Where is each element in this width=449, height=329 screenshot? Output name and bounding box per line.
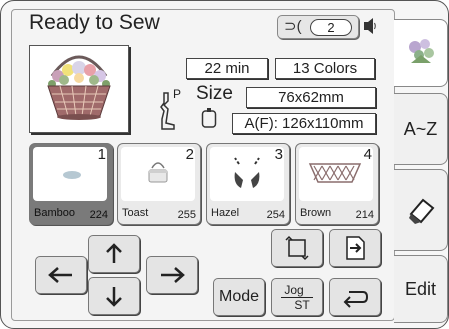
st-label: ST	[294, 297, 310, 312]
hoop-icon	[201, 108, 217, 128]
move-right-button[interactable]	[146, 256, 198, 294]
thread-stitch-counter[interactable]: ⊃( 2	[277, 15, 359, 39]
mode-button-label: Mode	[218, 288, 260, 305]
design-preview	[29, 45, 129, 133]
tab-edit-label: Edit	[404, 278, 437, 299]
thread-code: 224	[89, 209, 108, 221]
thread-name: Bamboo	[34, 207, 75, 219]
sew-time: 22 min	[186, 58, 268, 79]
tab-edit[interactable]: Edit	[394, 255, 448, 323]
eraser-icon	[408, 198, 434, 224]
return-button[interactable]	[329, 278, 381, 316]
thread-slot-number: 4	[363, 146, 372, 163]
tab-a-to-z-label: A~Z	[403, 118, 438, 139]
presser-foot-label: P	[173, 87, 182, 101]
thread-sample-icon	[63, 171, 81, 179]
thread-slot-number: 1	[97, 146, 106, 163]
presser-foot-icon	[160, 92, 175, 130]
flower-basket-image	[47, 55, 111, 120]
thread-name: Toast	[122, 207, 149, 219]
thread-slot-2[interactable]: 2 Toast 255	[117, 143, 201, 225]
handle-arc-icon	[234, 157, 260, 188]
arrow-left-icon	[48, 267, 72, 283]
speaker-icon[interactable]	[363, 16, 377, 36]
arrow-up-icon	[106, 243, 122, 263]
thread-slot-3[interactable]: 3 Hazel 254	[206, 143, 290, 225]
thread-slot-1[interactable]: 1 Bamboo 224	[29, 143, 113, 225]
arrow-down-icon	[106, 287, 122, 307]
tab-design[interactable]	[394, 19, 448, 87]
jog-st-button[interactable]: Jog ST	[271, 278, 323, 316]
purse-icon	[148, 162, 168, 183]
rotate-icon	[285, 235, 309, 261]
move-up-button[interactable]	[88, 235, 140, 273]
rotate-button[interactable]	[271, 229, 323, 267]
arrow-right-icon	[161, 267, 185, 283]
page-next-button[interactable]	[329, 229, 381, 267]
move-left-button[interactable]	[35, 256, 87, 294]
thread-loop-icon: ⊃(	[284, 18, 302, 35]
mode-button[interactable]: Mode	[213, 278, 265, 316]
thread-code: 254	[266, 209, 285, 221]
page-title: Ready to Sew	[29, 11, 160, 34]
color-count: 13 Colors	[275, 58, 375, 79]
thread-code: 255	[177, 209, 196, 221]
thread-slot-number: 3	[274, 146, 283, 163]
thread-name: Hazel	[211, 207, 240, 219]
device-frame: Ready to Sew ⊃( 2 22 min 1 3 Colors P Siz…	[0, 0, 449, 329]
move-down-button[interactable]	[88, 277, 140, 315]
basket-weave-icon	[308, 163, 362, 183]
tab-eraser[interactable]	[394, 169, 448, 251]
thread-name: Brown	[300, 207, 332, 219]
thread-slot-number: 2	[185, 146, 194, 163]
hoop-size: A(F): 126x110mm	[232, 113, 376, 134]
stitch-counter-value: 2	[310, 19, 352, 36]
page-next-icon	[346, 236, 365, 260]
design-size: 76x62mm	[246, 87, 376, 108]
flower-icon	[408, 39, 434, 63]
jog-label: Jog	[284, 282, 304, 297]
size-label: Size	[196, 83, 233, 104]
thread-code: 214	[355, 209, 374, 221]
thread-slot-4[interactable]: 4 Brown 214	[295, 143, 379, 225]
tab-a-to-z[interactable]: A~Z	[394, 93, 448, 165]
return-icon	[343, 291, 369, 308]
